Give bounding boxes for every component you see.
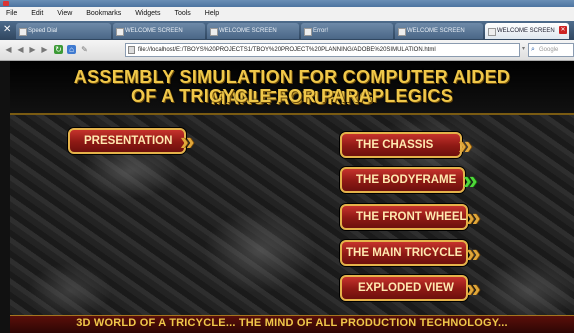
main-tricycle-label: THE MAIN TRICYCLE [346,247,463,259]
menu-view[interactable]: View [57,10,72,17]
page-icon [304,28,312,36]
footer-text: 3D WORLD OF A TRICYCLE... THE MIND OF AL… [76,317,508,329]
forward-icon[interactable]: ▶ [28,45,37,54]
tab-label: WELCOME SCREEN [497,28,555,34]
chassis-button[interactable]: THE CHASSIS » [340,132,472,158]
footer-banner: 3D WORLD OF A TRICYCLE... THE MIND OF AL… [10,315,574,333]
tab-label: Speed Dial [28,28,58,34]
search-icon: ⌕ [531,46,535,53]
front-wheel-label: THE FRONT WHEEL [356,211,467,223]
close-tab-icon[interactable]: ✕ [559,26,567,34]
presentation-button[interactable]: PRESENTATION » [68,128,194,154]
double-chevron-right-icon: » [463,165,478,195]
double-chevron-right-icon: » [466,238,481,268]
page-title-line-2: OF A TRICYCLE FOR PARAPLEGICS [130,86,454,106]
chassis-label: THE CHASSIS [356,139,434,151]
main-tricycle-button[interactable]: THE MAIN TRICYCLE » [340,240,480,266]
tab-welcome-3[interactable]: WELCOME SCREEN [395,23,483,39]
menu-bookmarks[interactable]: Bookmarks [86,10,121,17]
page-left-margin [0,61,10,333]
tab-speed-dial[interactable]: Speed Dial [16,23,111,39]
page-icon [398,28,406,36]
presentation-label: PRESENTATION [84,135,173,147]
search-input[interactable]: ⌕ Google [528,43,574,57]
bodyframe-label: THE BODYFRAME [356,174,457,186]
front-wheel-button[interactable]: THE FRONT WHEEL » [340,204,480,230]
menu-bar: File Edit View Bookmarks Widgets Tools H… [0,7,574,22]
address-url: file://localhost/E:/TBOYS%20PROJECTS1/TB… [138,47,436,53]
navigation-bar: ◀ ◀ ▶ ▶ ↻ ⌂ ✎ file://localhost/E:/TBOYS%… [0,40,574,61]
double-chevron-right-icon: » [458,130,473,160]
app-icon [3,1,9,6]
tab-label: WELCOME SCREEN [407,28,465,34]
edit-icon[interactable]: ✎ [80,45,89,54]
tab-label: Error! [313,28,328,34]
fast-forward-icon[interactable]: ▶ [40,45,49,54]
window-titlebar [0,0,574,7]
tab-welcome-1[interactable]: WELCOME SCREEN [113,23,205,39]
menu-help[interactable]: Help [205,10,219,17]
exploded-view-label: EXPLODED VIEW [358,282,454,294]
search-placeholder: Google [539,47,559,53]
home-icon[interactable]: ⌂ [67,45,76,54]
page-icon [128,46,135,54]
menu-file[interactable]: File [6,10,17,17]
page-icon [488,28,496,36]
reload-icon[interactable]: ↻ [54,45,63,54]
exploded-view-button[interactable]: EXPLODED VIEW » [340,275,480,301]
tab-welcome-2[interactable]: WELCOME SCREEN [207,23,299,39]
wrench-icon[interactable]: ✕ [3,25,11,35]
double-chevron-right-icon: » [466,273,481,303]
tab-bar: ✕ Speed Dial WELCOME SCREEN WELCOME SCRE… [0,21,574,40]
tab-label: WELCOME SCREEN [219,28,277,34]
menu-edit[interactable]: Edit [31,10,43,17]
menu-widgets[interactable]: Widgets [135,10,160,17]
tab-label: WELCOME SCREEN [125,28,183,34]
double-chevron-right-icon: » [466,202,481,232]
chevron-down-icon[interactable]: ▾ [519,45,528,54]
rewind-icon[interactable]: ◀ [16,45,25,54]
tab-error[interactable]: Error! [301,23,393,39]
tab-welcome-active[interactable]: WELCOME SCREEN ✕ [485,23,569,39]
page-icon [210,28,218,36]
menu-tools[interactable]: Tools [174,10,190,17]
header-banner: ASSEMBLY SIMULATION FOR COMPUTER AIDED M… [10,61,574,115]
double-chevron-right-icon: » [180,126,195,156]
speed-dial-icon [19,28,27,36]
back-icon[interactable]: ◀ [4,45,13,54]
address-bar[interactable]: file://localhost/E:/TBOYS%20PROJECTS1/TB… [125,43,520,57]
bodyframe-button[interactable]: THE BODYFRAME » [340,167,477,193]
page-content: ASSEMBLY SIMULATION FOR COMPUTER AIDED M… [10,61,574,333]
page-icon [116,28,124,36]
